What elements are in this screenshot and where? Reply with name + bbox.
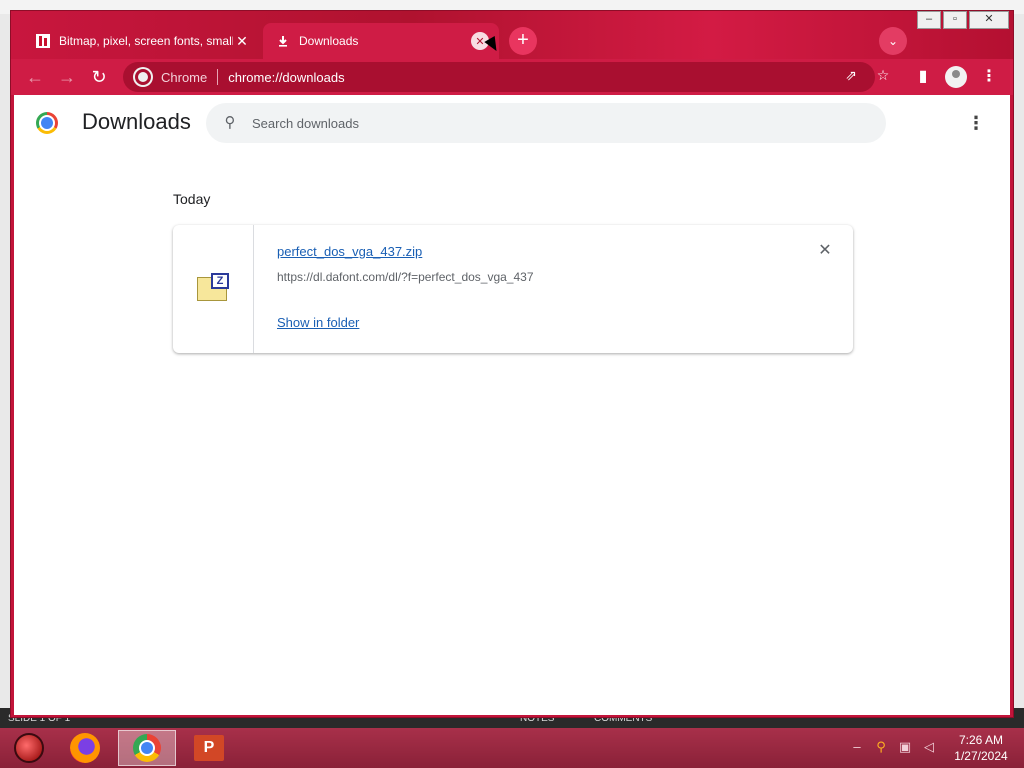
clock-time: 7:26 AM [958, 733, 1004, 747]
side-panel-icon[interactable]: ▮ [909, 63, 937, 91]
url-text[interactable]: chrome://downloads [228, 70, 344, 85]
close-window-button[interactable]: ✕ [969, 11, 1009, 29]
dafont-icon [35, 33, 51, 49]
minimize-button[interactable]: – [917, 11, 941, 29]
taskbar-powerpoint[interactable]: P [180, 730, 238, 766]
search-box[interactable]: ⚲ [206, 103, 886, 143]
start-orb-icon [14, 733, 44, 763]
download-item: Z perfect_dos_vga_437.zip https://dl.daf… [173, 225, 853, 353]
powerpoint-icon: P [194, 735, 224, 761]
clock-date: 1/27/2024 [954, 749, 1008, 763]
tab-title: Downloads [299, 34, 359, 48]
origin-label: Chrome [161, 69, 208, 85]
source-url[interactable]: https://dl.dafont.com/dl/?f=perfect_dos_… [277, 270, 534, 284]
taskbar: P – ⚲ ▣ ◁ 7:26 AM 1/27/2024 [0, 728, 1024, 768]
chrome-icon [133, 734, 161, 762]
tab-strip: Bitmap, pixel, screen fonts, small ✕ Dow… [11, 11, 1013, 59]
tab-dafont[interactable]: Bitmap, pixel, screen fonts, small ✕ [23, 23, 261, 59]
firefox-icon [70, 733, 100, 763]
show-in-folder-link[interactable]: Show in folder [277, 315, 359, 330]
address-bar[interactable]: Chrome chrome://downloads [123, 62, 875, 92]
volume-muted-icon[interactable]: ◁ [920, 738, 938, 756]
search-icon: ⚲ [224, 114, 236, 131]
downloads-header: Downloads ⚲ ⋮ [14, 95, 1010, 151]
downloads-page: Downloads ⚲ ⋮ Today Z perfect_dos_vga_43… [14, 95, 1010, 715]
tab-search-chevron-icon[interactable]: ⌄ [879, 27, 907, 55]
taskbar-chrome[interactable] [118, 730, 176, 766]
share-icon[interactable]: ⇗ [841, 65, 861, 85]
tab-title: Bitmap, pixel, screen fonts, small [59, 34, 233, 48]
browser-toolbar: ← → ↻ Chrome chrome://downloads ⇗ ☆ ▮ ⋮ [11, 59, 1013, 95]
chrome-logo-icon [36, 112, 58, 134]
maximize-button[interactable]: ▫ [943, 11, 967, 29]
file-icon-column: Z [173, 225, 254, 353]
chrome-window: Bitmap, pixel, screen fonts, small ✕ Dow… [10, 10, 1014, 718]
chrome-icon [135, 69, 151, 85]
date-heading: Today [173, 191, 211, 207]
taskbar-firefox[interactable] [56, 730, 114, 766]
download-icon [275, 33, 291, 49]
tray-overflow-icon[interactable]: – [848, 738, 866, 756]
chrome-menu-icon[interactable]: ⋮ [975, 63, 1003, 91]
zip-archive-icon: Z [197, 273, 229, 303]
remove-download-icon[interactable]: ✕ [816, 242, 834, 260]
system-clock[interactable]: 7:26 AM 1/27/2024 [948, 732, 1014, 764]
search-tray-icon[interactable]: ⚲ [872, 738, 890, 756]
start-button[interactable] [0, 730, 58, 766]
omnibox-divider [217, 69, 219, 85]
profile-avatar-icon[interactable] [945, 66, 967, 88]
tab-downloads[interactable]: Downloads ✕ [263, 23, 499, 59]
back-arrow-icon[interactable]: ← [21, 63, 49, 91]
new-tab-button[interactable]: + [509, 27, 537, 55]
bookmark-star-icon[interactable]: ☆ [873, 65, 893, 85]
forward-arrow-icon[interactable]: → [53, 63, 81, 91]
reload-icon[interactable]: ↻ [85, 63, 113, 91]
search-input[interactable] [252, 113, 852, 133]
more-actions-icon[interactable]: ⋮ [966, 113, 986, 133]
close-tab-icon[interactable]: ✕ [233, 32, 251, 50]
page-title: Downloads [82, 109, 191, 134]
network-icon[interactable]: ▣ [896, 738, 914, 756]
file-name-link[interactable]: perfect_dos_vga_437.zip [277, 244, 422, 259]
